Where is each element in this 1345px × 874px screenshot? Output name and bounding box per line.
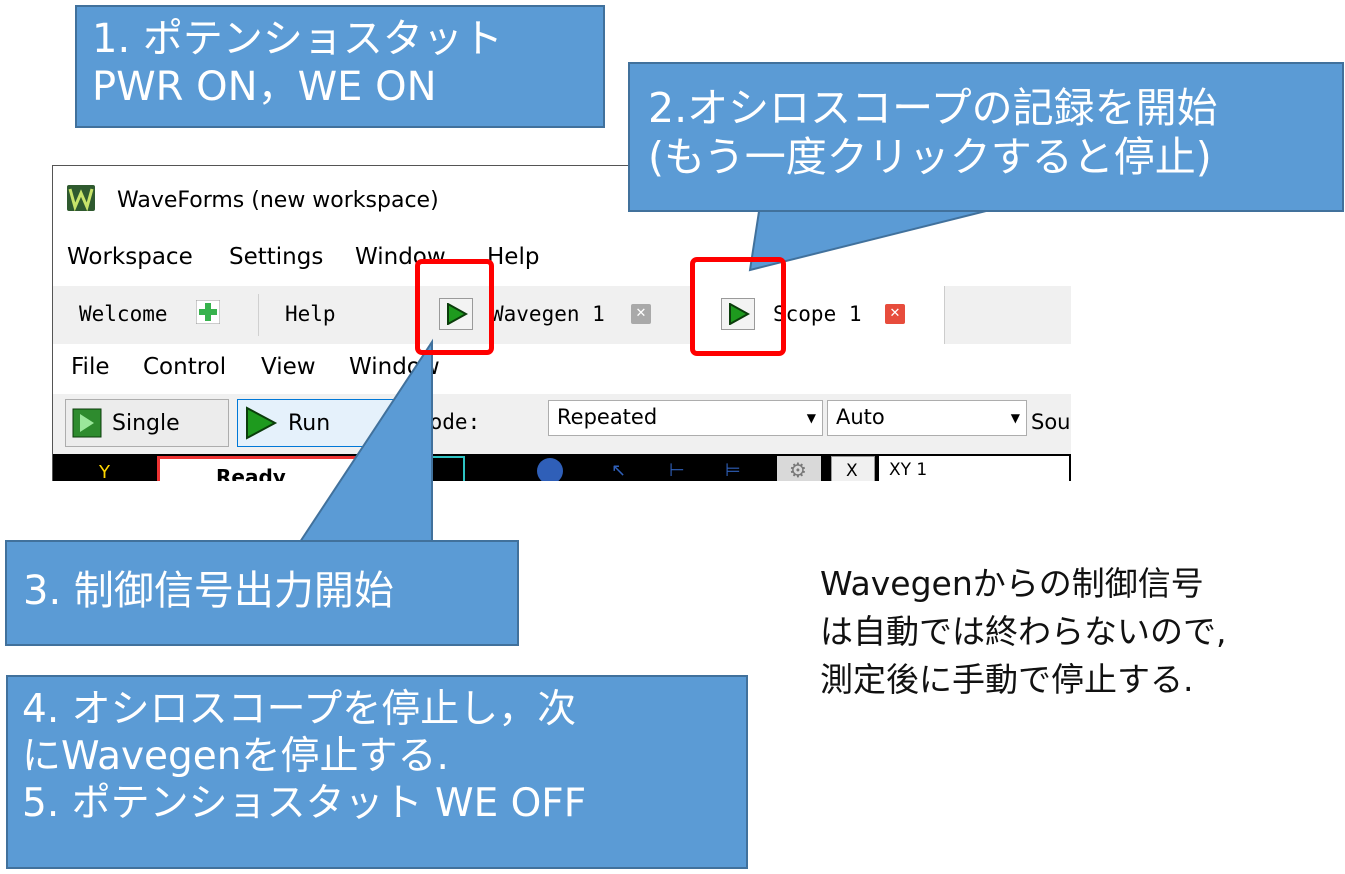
note-line-1: Wavegenからの制御信号: [820, 564, 1204, 603]
callout-step-4-line-1: 4. オシロスコープを停止し，次: [22, 687, 577, 732]
wavegen-run-highlight: [415, 259, 494, 355]
callout-step-5-line: 5. ポテンショスタット WE OFF: [22, 780, 587, 826]
note-line-2: は自動では終わらないので,: [820, 611, 1227, 651]
callout-2-pointer: [748, 204, 1011, 272]
callout-step-3-line-1: 3. 制御信号出力開始: [23, 568, 394, 614]
callout-step-4-line-2: にWavegenを停止する.: [22, 733, 449, 779]
scope-run-highlight: [690, 257, 786, 356]
callout-step-4-5: 4. オシロスコープを停止し，次 にWavegenを停止する. 5. ポテンショ…: [6, 675, 748, 869]
callout-step-2-line-2: (もう一度クリックすると停止): [648, 133, 1212, 182]
callout-step-3: 3. 制御信号出力開始: [5, 540, 519, 646]
callout-3-pointer: [298, 338, 433, 543]
callout-step-2-line-1: 2.オシロスコープの記録を開始: [648, 84, 1218, 132]
note-text: Wavegenからの制御信号 は自動では終わらないので, 測定後に手動で停止する…: [820, 560, 1227, 704]
callout-step-2: 2.オシロスコープの記録を開始 (もう一度クリックすると停止): [628, 62, 1344, 212]
note-line-3: 測定後に手動で停止する.: [820, 659, 1194, 699]
